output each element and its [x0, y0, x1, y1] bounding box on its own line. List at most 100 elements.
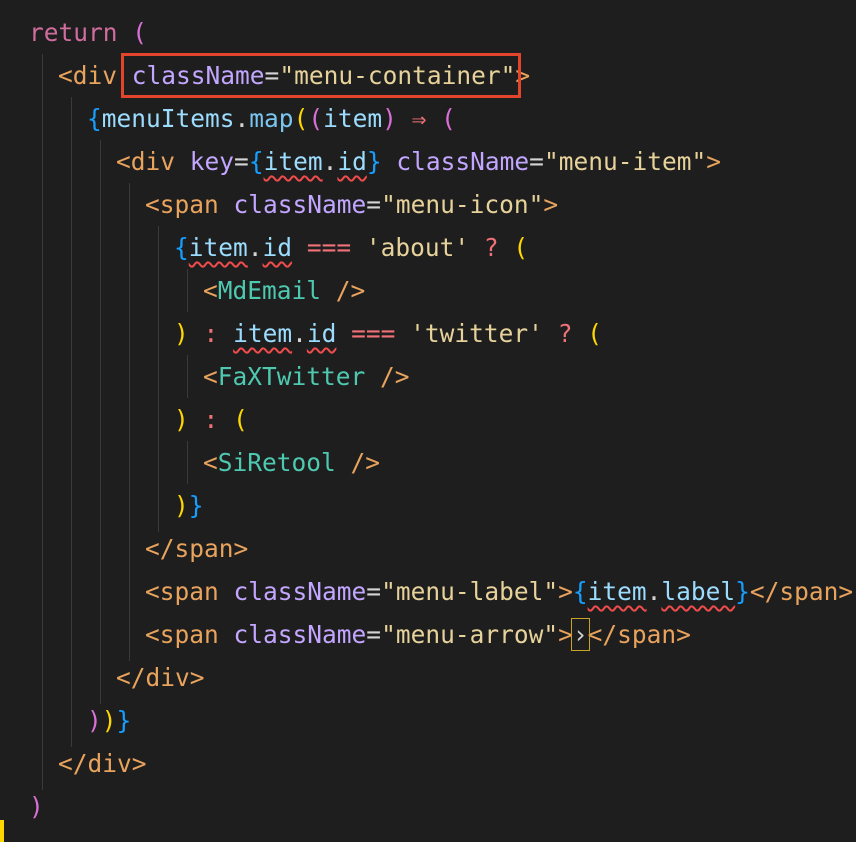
code-token: }: [366, 147, 382, 176]
code-token: map: [249, 104, 294, 133]
code-token: ===: [351, 319, 396, 348]
code-token: ): [382, 104, 397, 133]
code-token: </div>: [116, 663, 205, 692]
code-token: }: [735, 577, 750, 606]
code-line[interactable]: </div>: [58, 742, 147, 785]
code-token: (: [132, 18, 148, 47]
indent-guide: [187, 269, 188, 312]
code-line[interactable]: <span className="menu-arrow">›</span>: [145, 613, 691, 656]
code-line[interactable]: <span className="menu-icon">: [145, 183, 558, 226]
code-token: (: [293, 104, 309, 133]
code-line[interactable]: return (: [29, 11, 147, 54]
code-token: return: [29, 18, 118, 47]
indent-guide: [187, 441, 188, 484]
code-token-error: id: [306, 319, 337, 348]
code-line[interactable]: </div>: [116, 656, 205, 699]
code-token-error: label: [661, 577, 736, 606]
code-token: }: [188, 491, 204, 520]
code-token-error: id: [337, 147, 367, 176]
code-line[interactable]: </span>: [145, 527, 248, 570]
code-token: <: [203, 276, 218, 305]
code-token: />: [335, 276, 366, 305]
code-line[interactable]: {item.id === 'about' ? (: [174, 226, 528, 269]
code-token: (: [308, 104, 324, 133]
code-token: .: [234, 104, 250, 133]
code-token: />: [380, 362, 410, 391]
code-token: className: [233, 190, 367, 219]
code-line[interactable]: {menuItems.map((item) ⇒ (: [87, 97, 456, 140]
code-token: >: [558, 577, 573, 606]
code-token: >: [543, 190, 559, 219]
code-line[interactable]: ) : (: [174, 398, 248, 441]
code-token: ): [174, 319, 189, 348]
code-token-error: item: [233, 319, 293, 348]
code-token: ): [87, 706, 102, 735]
code-token: =: [366, 577, 382, 606]
code-token: <span: [145, 620, 219, 649]
code-token: {: [248, 147, 264, 176]
code-token: </span>: [749, 577, 854, 606]
code-token: >: [558, 620, 573, 649]
code-token-error: id: [262, 233, 293, 262]
code-token: </span>: [145, 534, 249, 563]
code-token: "menu-item": [543, 147, 707, 176]
indent-guide: [100, 140, 101, 704]
code-token: "menu-arrow": [381, 620, 559, 649]
code-line[interactable]: <MdEmail />: [203, 269, 365, 312]
code-token: ): [174, 491, 189, 520]
code-line[interactable]: ))}: [87, 699, 131, 742]
code-line[interactable]: )}: [174, 484, 204, 527]
code-line[interactable]: <div key={item.id} className="menu-item"…: [116, 140, 721, 183]
code-line[interactable]: <FaXTwitter />: [203, 355, 410, 398]
code-line[interactable]: <SiRetool />: [203, 441, 380, 484]
code-line[interactable]: ): [29, 785, 44, 828]
code-token: FaXTwitter: [217, 362, 366, 391]
code-token: .: [322, 147, 338, 176]
code-token: key: [189, 147, 235, 176]
code-line[interactable]: ) : item.id === 'twitter' ? (: [174, 312, 602, 355]
code-token-error: item: [263, 147, 323, 176]
code-token: {: [572, 577, 588, 606]
code-line[interactable]: <span className="menu-label">{item.label…: [145, 570, 853, 613]
code-token: className: [233, 577, 367, 606]
code-token: SiRetool: [217, 448, 336, 477]
code-token: className: [233, 620, 367, 649]
indent-guide: [158, 226, 159, 532]
code-token: (: [513, 233, 529, 262]
code-token: ): [174, 405, 189, 434]
code-token: "menu-icon": [381, 190, 544, 219]
code-token: className: [396, 147, 530, 176]
indent-guide: [129, 183, 130, 661]
code-token: 'about': [365, 233, 470, 262]
gutter-change-marker: [0, 820, 4, 842]
code-token: :: [203, 405, 219, 434]
indent-guide: [42, 54, 43, 790]
code-token: ): [101, 706, 117, 735]
indent-guide: [187, 355, 188, 398]
code-token: }: [116, 706, 132, 735]
code-token-error: item: [587, 577, 647, 606]
code-token: <: [203, 362, 218, 391]
code-editor[interactable]: return (<div className="menu-container">…: [0, 0, 856, 842]
code-token: <span: [145, 190, 219, 219]
code-token: ?: [557, 319, 573, 348]
code-token: (: [233, 405, 248, 434]
code-token: (: [441, 104, 456, 133]
code-token: <div: [116, 147, 176, 176]
